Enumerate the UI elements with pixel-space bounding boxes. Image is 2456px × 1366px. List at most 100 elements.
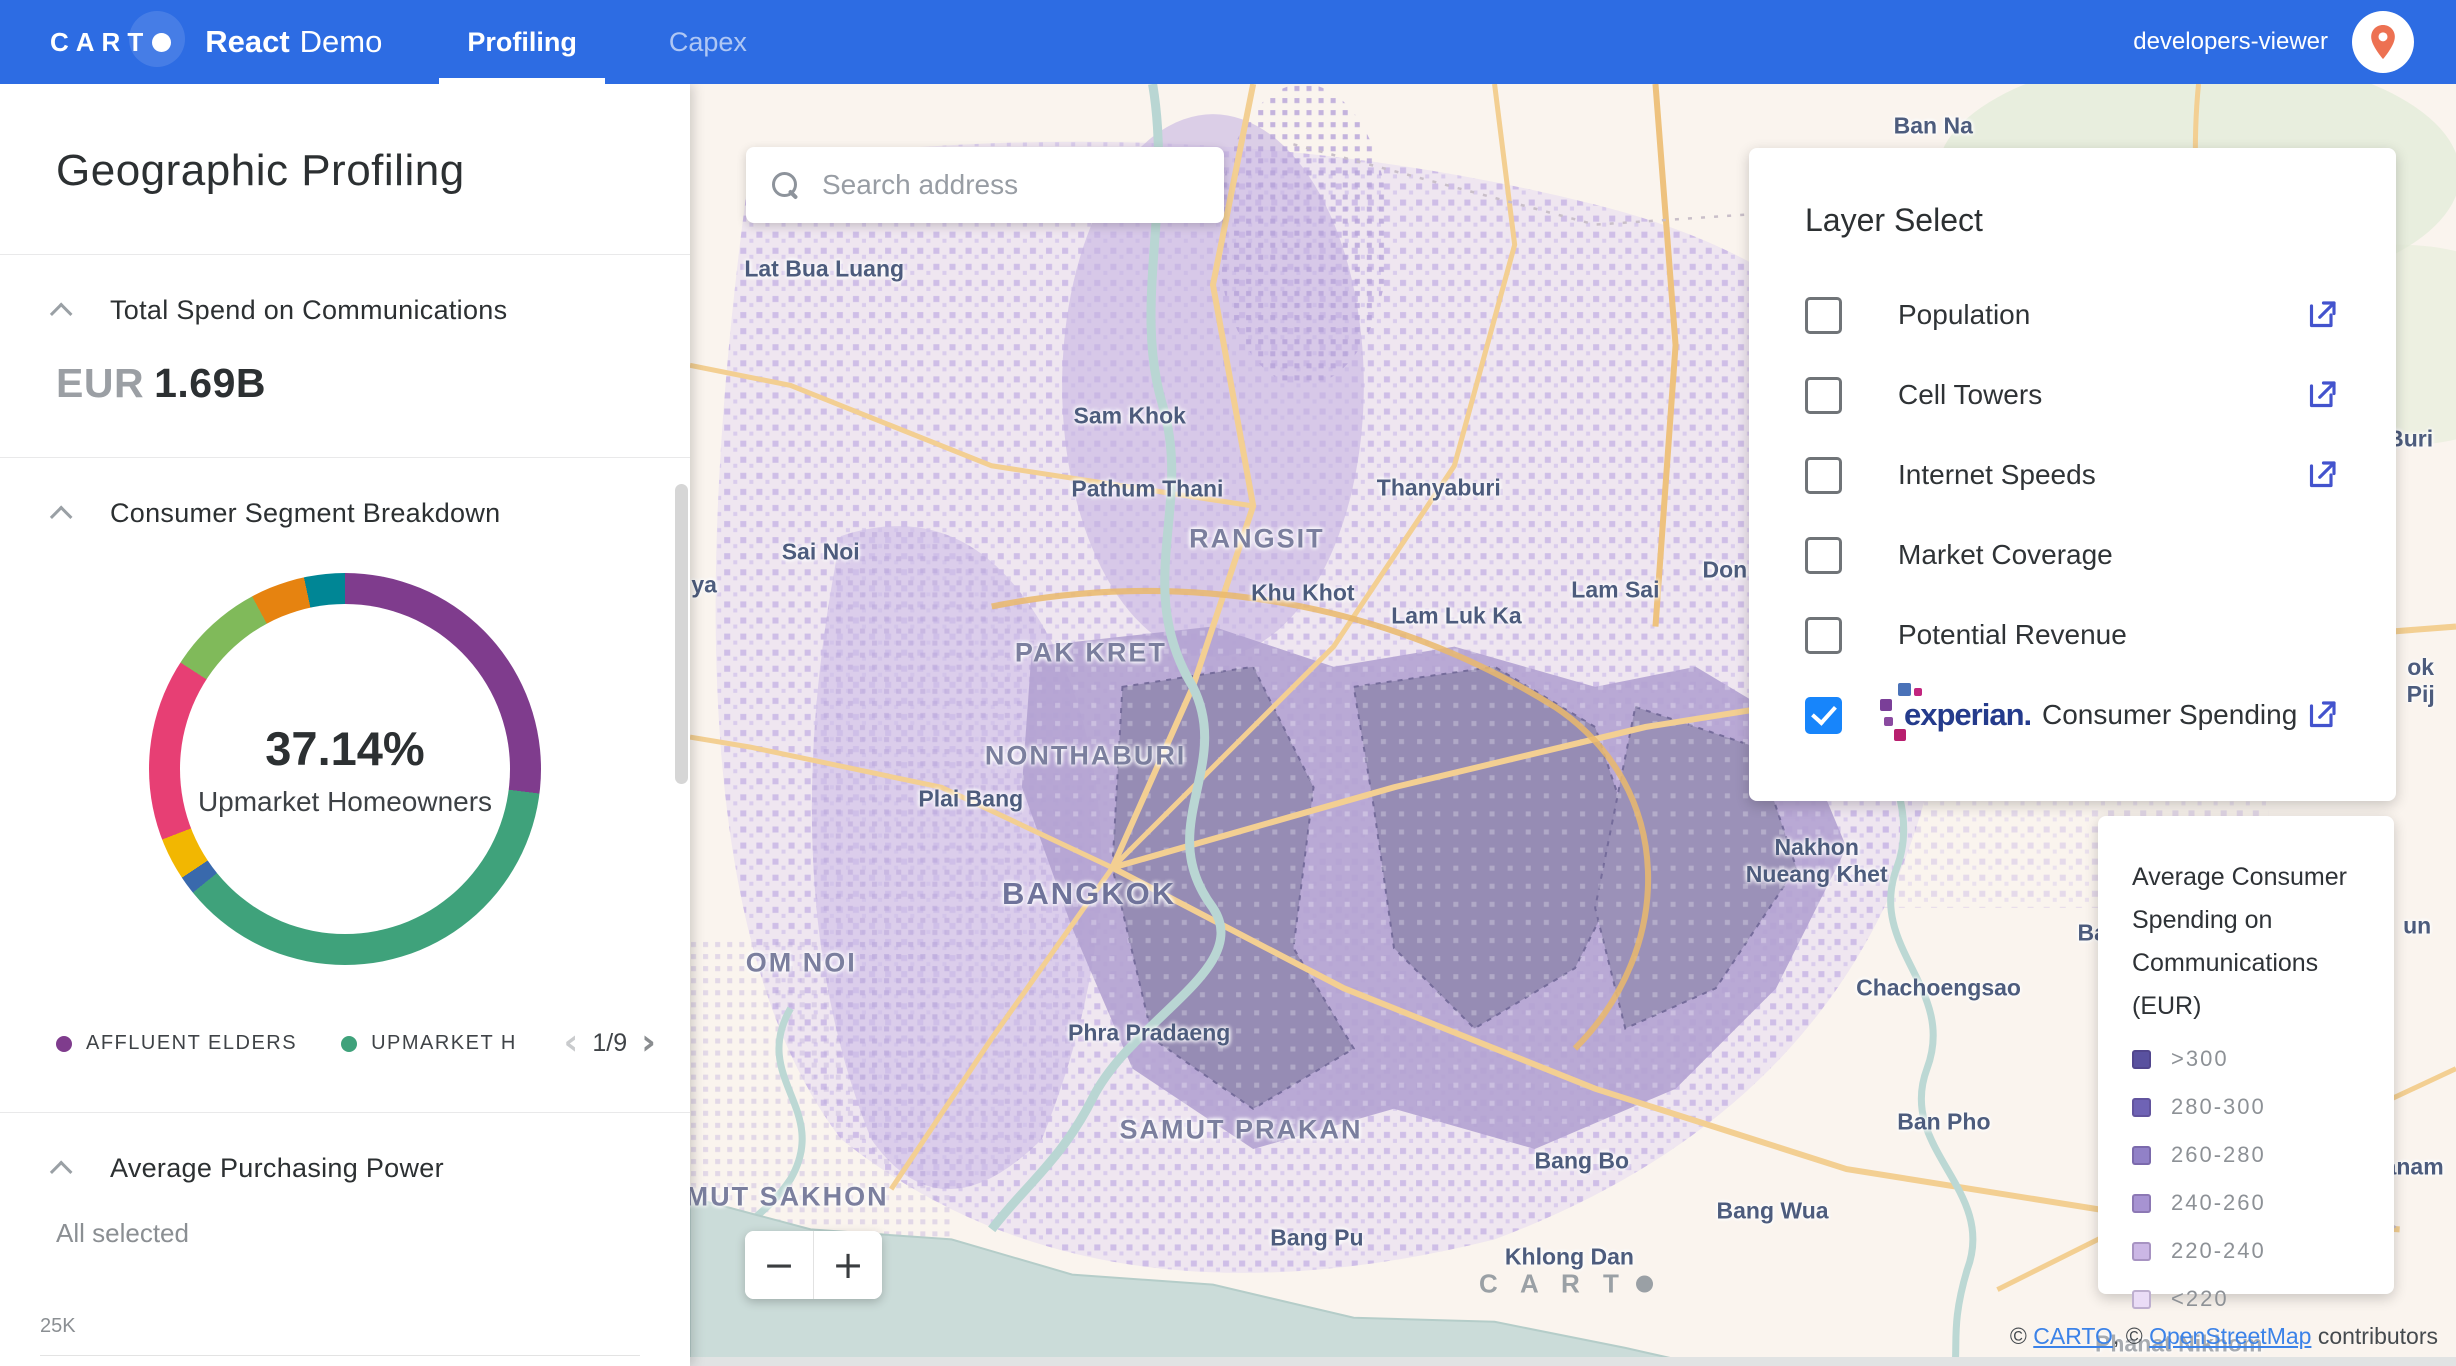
map-legend-item: >300 <box>2132 1046 2360 1072</box>
user-avatar[interactable] <box>2352 11 2414 73</box>
nav-tab-label: Profiling <box>467 27 577 58</box>
legend-range-label: >300 <box>2171 1046 2229 1072</box>
legend-label: UPMARKET H <box>371 1032 517 1055</box>
map-legend-item: <220 <box>2132 1286 2360 1312</box>
carto-watermark: C A R T <box>1479 1268 1653 1299</box>
legend-range-label: 240-260 <box>2171 1190 2266 1216</box>
currency-label: EUR <box>56 360 144 406</box>
nav-tab[interactable]: Profiling <box>421 0 623 84</box>
layer-row: Potential Revenue <box>1805 613 2340 657</box>
layer-row: Cell Towers <box>1805 373 2340 417</box>
layer-checkbox[interactable] <box>1805 697 1842 734</box>
layer-list: Population <box>1805 293 2340 737</box>
legend-swatch <box>2132 1194 2151 1213</box>
legend-range-label: <220 <box>2171 1286 2229 1312</box>
carto-logo: CART <box>50 27 171 58</box>
kpi-value: 1.69B <box>154 360 266 406</box>
histogram-axis-line <box>40 1355 640 1356</box>
watermark-dot <box>1636 1275 1653 1292</box>
section-title: Average Purchasing Power <box>110 1153 444 1184</box>
username: developers-viewer <box>2133 28 2328 56</box>
legend-range-label: 260-280 <box>2171 1142 2266 1168</box>
legend-swatch <box>2132 1098 2151 1117</box>
chevron-up-icon <box>50 302 73 325</box>
app-root: CART React Demo Profiling Capex develope… <box>0 0 2456 1366</box>
pager-prev-icon[interactable]: ‹ <box>564 1029 579 1058</box>
horizontal-scrollbar[interactable] <box>690 1357 2456 1366</box>
external-link-icon[interactable] <box>2304 697 2340 733</box>
nav-tab-label: Capex <box>669 27 747 58</box>
histogram-axis-label: 25K <box>40 1315 76 1338</box>
app-title-light: Demo <box>300 24 383 60</box>
section-total-spend-header[interactable]: Total Spend on Communications <box>0 255 690 326</box>
carto-attribution-link[interactable]: CARTO <box>2033 1323 2113 1349</box>
layer-checkbox[interactable] <box>1805 617 1842 654</box>
legend-dot <box>341 1036 357 1052</box>
pager-next-icon[interactable]: › <box>641 1029 656 1058</box>
header-right: developers-viewer <box>2133 0 2456 84</box>
search-input[interactable] <box>822 169 1198 201</box>
external-link-icon[interactable] <box>2304 457 2340 493</box>
address-search <box>746 147 1224 223</box>
layer-checkbox[interactable] <box>1805 537 1842 574</box>
map-legend-panel: Average ConsumerSpending onCommunication… <box>2098 816 2394 1294</box>
legend-item[interactable]: AFFLUENT ELDERS <box>56 1032 297 1055</box>
external-link-icon[interactable] <box>2304 377 2340 413</box>
sidebar-scrollbar[interactable] <box>675 484 688 784</box>
layer-label: Market Coverage <box>1898 539 2113 571</box>
zoom-control: − + <box>745 1231 882 1299</box>
legend-item[interactable]: UPMARKET H <box>341 1032 517 1055</box>
layer-label: Consumer Spending <box>2042 699 2297 731</box>
experian-logo: experian. <box>1882 687 1986 743</box>
legend-items: AFFLUENT ELDERS UPMARKET H <box>56 1032 561 1055</box>
legend-swatch <box>2132 1146 2151 1165</box>
zoom-in-button[interactable]: + <box>814 1231 882 1299</box>
section-segment-breakdown-header[interactable]: Consumer Segment Breakdown <box>0 458 690 529</box>
donut-center-value: 37.14% <box>265 721 424 776</box>
chevron-up-icon <box>50 1160 73 1183</box>
layer-checkbox[interactable] <box>1805 297 1842 334</box>
layer-row: Population <box>1805 293 2340 337</box>
pager-text: 1/9 <box>592 1029 627 1058</box>
external-link-icon[interactable] <box>2304 297 2340 333</box>
map-legend-item: 240-260 <box>2132 1190 2360 1216</box>
section-title: Consumer Segment Breakdown <box>110 498 501 529</box>
watermark-text: C A R T <box>1479 1268 1627 1299</box>
section-purchasing-power-header[interactable]: Average Purchasing Power <box>0 1113 690 1184</box>
legend-pager: ‹ 1/9 › <box>564 1029 656 1058</box>
legend-swatch <box>2132 1290 2151 1309</box>
layer-checkbox[interactable] <box>1805 457 1842 494</box>
layer-row: Market Coverage <box>1805 533 2340 577</box>
map-legend-item: 280-300 <box>2132 1094 2360 1120</box>
map-canvas[interactable]: Ban Na Lat Bua Luang Sam Khok Pathum Tha… <box>690 84 2456 1366</box>
layer-label: Cell Towers <box>1898 379 2042 411</box>
layer-row: experian. Consumer Spending <box>1805 693 2340 737</box>
carto-logo-text: CART <box>50 27 150 58</box>
layer-select-panel: Layer Select Population <box>1749 148 2396 801</box>
layer-row: Internet Speeds <box>1805 453 2340 497</box>
carto-logo-dot <box>152 33 171 52</box>
app-title-bold: React <box>205 24 289 60</box>
donut-center: 37.14% Upmarket Homeowners <box>180 604 510 934</box>
search-icon <box>772 172 798 198</box>
chevron-up-icon <box>50 505 73 528</box>
purchasing-power-status: All selected <box>56 1218 690 1249</box>
legend-dot <box>56 1036 72 1052</box>
donut-center-label: Upmarket Homeowners <box>198 786 492 818</box>
map-pin-icon <box>2363 22 2403 62</box>
zoom-out-button[interactable]: − <box>745 1231 813 1299</box>
section-title: Total Spend on Communications <box>110 295 507 326</box>
osm-attribution-link[interactable]: OpenStreetMap <box>2149 1323 2311 1349</box>
legend-swatch <box>2132 1050 2151 1069</box>
chart-legend: AFFLUENT ELDERS UPMARKET H ‹ 1/9 › <box>56 1029 656 1058</box>
donut-chart[interactable]: 37.14% Upmarket Homeowners <box>149 573 541 965</box>
map-legend-title: Average ConsumerSpending onCommunication… <box>2132 856 2360 1028</box>
map-attribution: © CARTO, © OpenStreetMap contributors <box>2010 1323 2438 1350</box>
layer-checkbox[interactable] <box>1805 377 1842 414</box>
page-title: Geographic Profiling <box>56 146 634 196</box>
legend-range-label: 220-240 <box>2171 1238 2266 1264</box>
nav-tab[interactable]: Capex <box>623 0 793 84</box>
brand: CART React Demo <box>0 0 421 84</box>
layer-label: Population <box>1898 299 2030 331</box>
layer-select-title: Layer Select <box>1805 202 2340 239</box>
